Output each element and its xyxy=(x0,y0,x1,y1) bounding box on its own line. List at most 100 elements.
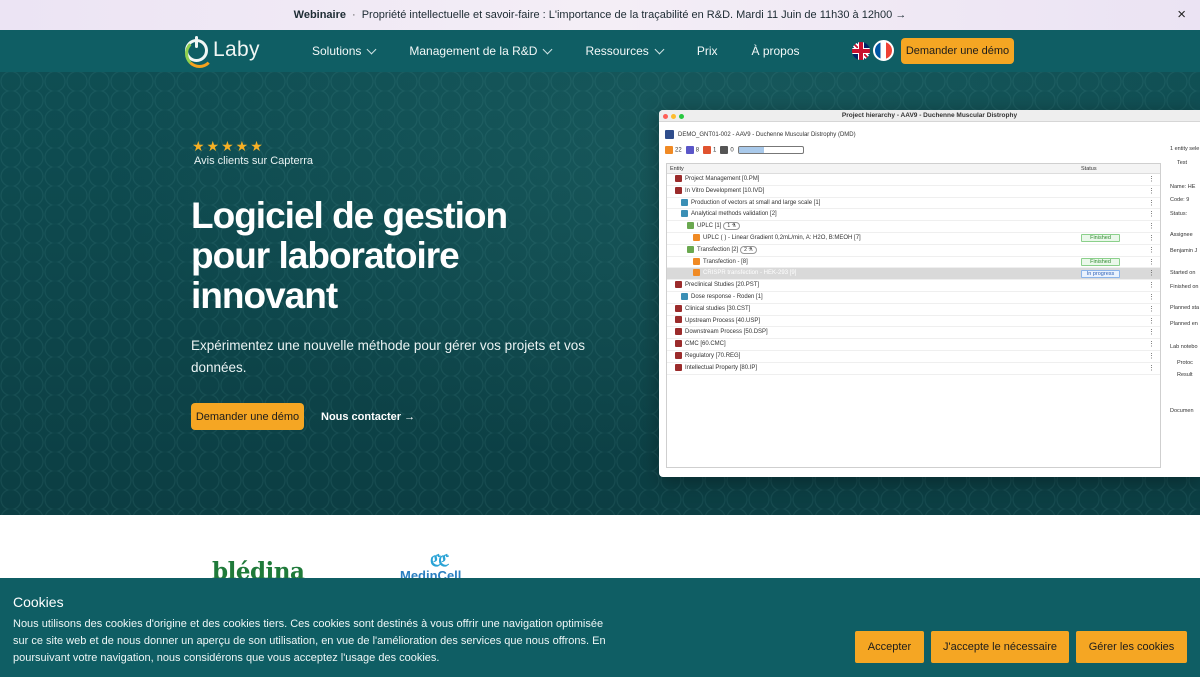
entity-counters: 22 8 1 0 xyxy=(665,146,804,154)
more-options-icon[interactable]: ⋮ xyxy=(1148,351,1155,363)
contact-link[interactable]: Nous contacter → xyxy=(321,411,415,423)
entity-type-icon xyxy=(675,351,682,359)
status-badge: Finished xyxy=(1081,234,1120,243)
nav-item-2[interactable]: Ressources xyxy=(585,44,665,58)
tree-row-label: Transfection - [8] xyxy=(703,258,748,265)
side-assignee: Assignee xyxy=(1170,232,1193,238)
entity-type-icon xyxy=(681,210,688,218)
tree-row[interactable]: UPLC ( ) - Linear Gradient 0,2mL/min, A:… xyxy=(667,233,1160,245)
announcement-label: Webinaire xyxy=(293,9,347,21)
more-options-icon[interactable]: ⋮ xyxy=(1148,363,1155,375)
hero-section: ★★★★★ Avis clients sur Capterra Logiciel… xyxy=(0,72,1200,515)
rating-label: Avis clients sur Capterra xyxy=(194,155,314,167)
entity-type-icon xyxy=(693,233,700,241)
tree-row[interactable]: CRISPR transfection - HEK-293 [9] In prog… xyxy=(667,268,1160,281)
tree-row-label: CRISPR transfection - HEK-293 [9] xyxy=(703,270,797,277)
manage-cookies-button[interactable]: Gérer les cookies xyxy=(1076,631,1187,663)
chevron-down-icon xyxy=(366,44,377,54)
tree-rows: Project Management [0.PM] ⋮ In Vitro Devel… xyxy=(667,174,1160,375)
tree-header: Entity Status xyxy=(667,164,1160,174)
tree-row-label: UPLC ( ) - Linear Gradient 0,2mL/min, A:… xyxy=(703,234,861,241)
tree-row[interactable]: CMC [60.CMC] ⋮ xyxy=(667,339,1160,351)
status-badge: In progress xyxy=(1081,269,1120,278)
tree-row-label: Production of vectors at small and large… xyxy=(691,199,821,206)
entity-type-icon xyxy=(681,292,688,300)
laby-logo[interactable]: Laby xyxy=(185,35,260,68)
more-options-icon[interactable]: ⋮ xyxy=(1148,198,1155,210)
more-options-icon[interactable]: ⋮ xyxy=(1148,233,1155,245)
logo-text: Laby xyxy=(213,38,260,61)
laby-logo-icon xyxy=(185,35,214,68)
more-options-icon[interactable]: ⋮ xyxy=(1148,209,1155,221)
more-options-icon[interactable]: ⋮ xyxy=(1148,327,1155,339)
window-close-icon xyxy=(663,113,668,119)
tree-row[interactable]: Regulatory [70.REG] ⋮ xyxy=(667,351,1160,363)
tree-row-label: UPLC [1] xyxy=(697,223,722,230)
more-options-icon[interactable]: ⋮ xyxy=(1148,292,1155,304)
side-result: Result xyxy=(1177,372,1193,378)
tree-row[interactable]: UPLC [1] 1 ⚗ ⋮ xyxy=(667,221,1160,233)
tree-row[interactable]: Analytical methods validation [2] ⋮ xyxy=(667,209,1160,222)
tree-row[interactable]: Clinical studies [30.CST] ⋮ xyxy=(667,304,1160,316)
tree-row-label: Upstream Process [40.USP] xyxy=(685,317,761,324)
counter-icon xyxy=(665,146,673,154)
tree-row[interactable]: Downstream Process [50.DSP] ⋮ xyxy=(667,327,1160,340)
side-assignee-name: Benjamin J xyxy=(1170,248,1198,254)
nav-item-label: À propos xyxy=(751,44,800,58)
window-controls xyxy=(663,113,684,119)
hero-demo-button[interactable]: Demander une démo xyxy=(191,403,304,430)
window-minimize-icon xyxy=(671,113,676,119)
tree-row-label: Transfection [2] xyxy=(697,246,739,253)
hero-title: Logiciel de gestion pour laboratoire inn… xyxy=(191,195,508,316)
nav-item-4[interactable]: À propos xyxy=(751,44,799,58)
tree-row[interactable]: Intellectual Property [80.IP] ⋮ xyxy=(667,363,1160,375)
nav-item-3[interactable]: Prix xyxy=(697,44,718,58)
nav-demo-button[interactable]: Demander une démo xyxy=(901,38,1014,64)
tree-row[interactable]: Dose response - Roden [1] ⋮ xyxy=(667,292,1160,304)
cookie-text: Nous utilisons des cookies d'origine et … xyxy=(13,618,606,664)
accept-necessary-button[interactable]: J'accepte le nécessaire xyxy=(931,631,1069,663)
more-options-icon[interactable]: ⋮ xyxy=(1148,257,1155,269)
nav-item-label: Solutions xyxy=(312,44,362,58)
chevron-down-icon xyxy=(543,44,553,54)
more-options-icon[interactable]: ⋮ xyxy=(1148,245,1155,257)
nav-item-label: Ressources xyxy=(585,44,649,58)
rating-stars-icon: ★★★★★ xyxy=(192,138,265,154)
entity-type-icon xyxy=(675,340,682,348)
tree-row[interactable]: Transfection - [8] Finished ⋮ xyxy=(667,257,1160,269)
more-options-icon[interactable]: ⋮ xyxy=(1148,304,1155,316)
child-count-badge: 2 ⚗ xyxy=(740,245,757,254)
app-window-title: Project hierarchy - AAV9 - Duchenne Musc… xyxy=(841,112,1018,119)
nav-item-0[interactable]: Solutions xyxy=(312,44,377,58)
entity-tree: Entity Status Project Management [0.PM] ⋮… xyxy=(666,163,1161,468)
tree-row[interactable]: Transfection [2] 2 ⚗ ⋮ xyxy=(667,245,1160,257)
more-options-icon[interactable]: ⋮ xyxy=(1148,221,1155,233)
more-options-icon[interactable]: ⋮ xyxy=(1148,174,1155,186)
side-planned-end: Planned en xyxy=(1170,321,1198,327)
more-options-icon[interactable]: ⋮ xyxy=(1148,268,1155,280)
close-icon[interactable]: × xyxy=(1177,7,1186,22)
counter-0: 22 xyxy=(665,146,682,154)
tree-row[interactable]: In Vitro Development [10.IVD] ⋮ xyxy=(667,186,1160,198)
fr-flag-icon[interactable] xyxy=(873,40,894,61)
announcement-bar[interactable]: Webinaire · Propriété intellectuelle et … xyxy=(0,0,1200,30)
more-options-icon[interactable]: ⋮ xyxy=(1148,280,1155,292)
tree-row[interactable]: Project Management [0.PM] ⋮ xyxy=(667,174,1160,186)
app-titlebar: Project hierarchy - AAV9 - Duchenne Musc… xyxy=(659,110,1200,122)
accept-cookies-button[interactable]: Accepter xyxy=(855,631,924,663)
more-options-icon[interactable]: ⋮ xyxy=(1148,339,1155,351)
counter-2: 1 xyxy=(703,146,716,154)
uk-flag-icon[interactable] xyxy=(852,42,870,60)
tree-row[interactable]: Production of vectors at small and large… xyxy=(667,198,1160,210)
more-options-icon[interactable]: ⋮ xyxy=(1148,186,1155,198)
nav-item-1[interactable]: Management de la R&D xyxy=(409,44,553,58)
tree-row[interactable]: Preclinical Studies [20.PST] ⋮ xyxy=(667,280,1160,292)
counter-3: 0 xyxy=(720,146,734,154)
tree-row[interactable]: Upstream Process [40.USP] ⋮ xyxy=(667,316,1160,328)
counter-value: 1 xyxy=(713,147,717,154)
entity-type-icon xyxy=(681,198,688,206)
announcement-text[interactable]: Propriété intellectuelle et savoir-faire… xyxy=(362,9,907,21)
counter-icon xyxy=(685,146,694,154)
project-line: DEMO_GNT01-002 - AAV9 - Duchenne Muscula… xyxy=(665,130,856,139)
more-options-icon[interactable]: ⋮ xyxy=(1148,316,1155,328)
